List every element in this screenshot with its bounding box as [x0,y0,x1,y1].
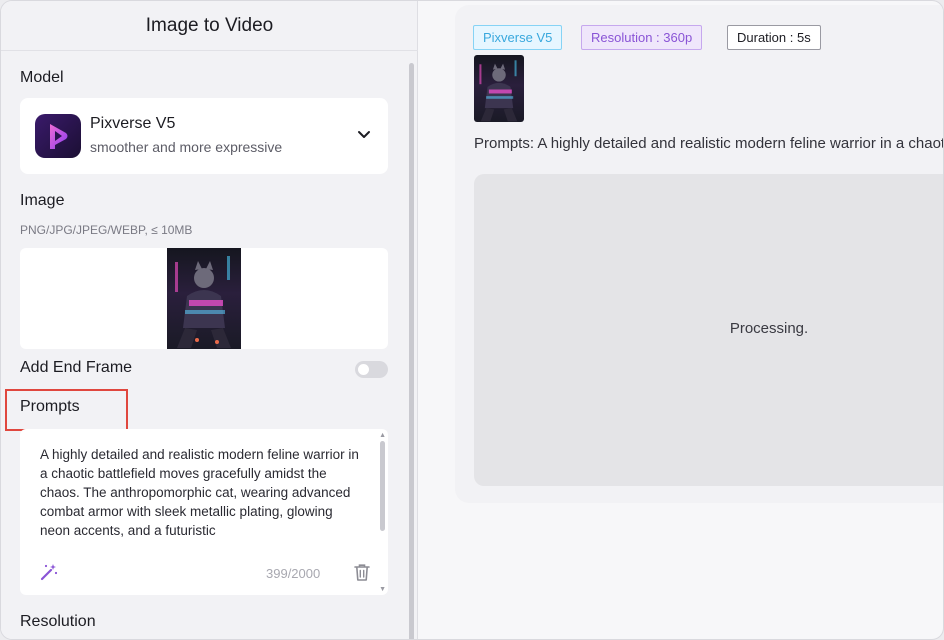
prompt-textarea[interactable]: A highly detailed and realistic modern f… [20,429,388,595]
result-prompt-text: Prompts: A highly detailed and realistic… [474,135,944,152]
processing-status: Processing. [729,320,809,337]
model-selector[interactable]: Pixverse V5 smoother and more expressive [20,98,388,174]
title-divider [1,50,418,51]
image-section-label: Image [20,192,65,209]
image-upload-area[interactable] [20,248,388,349]
model-description: smoother and more expressive [90,139,283,155]
source-image-thumbnail[interactable] [474,55,524,122]
image-format-hint: PNG/JPG/JPEG/WEBP, ≤ 10MB [20,223,193,237]
panel-scrollbar[interactable] [409,63,414,639]
character-counter: 399/2000 [266,566,321,581]
result-card: Pixverse V5 Resolution : 360p Duration :… [455,5,944,503]
end-frame-label: Add End Frame [20,359,133,376]
model-name: Pixverse V5 [90,115,176,132]
scroll-down-icon[interactable]: ▼ [379,586,386,593]
model-section-label: Model [20,69,64,86]
prompts-section-label: Prompts [20,398,80,415]
end-frame-toggle[interactable] [355,361,388,378]
model-tag: Pixverse V5 [473,25,563,50]
duration-tag: Duration : 5s [727,25,821,50]
resolution-section-label: Resolution [20,613,96,630]
prompt-scrollbar[interactable] [380,441,385,531]
uploaded-image-thumbnail[interactable] [167,248,241,349]
pixverse-logo-icon [35,114,81,158]
magic-wand-icon[interactable] [39,562,59,582]
prompt-text[interactable]: A highly detailed and realistic modern f… [40,445,360,559]
video-preview-area: Processing. [474,174,943,486]
toggle-knob [358,364,369,375]
scroll-up-icon[interactable]: ▲ [379,432,386,439]
resolution-tag: Resolution : 360p [581,25,703,50]
trash-icon[interactable] [353,563,371,582]
chevron-down-icon[interactable] [356,126,372,142]
settings-panel: Image to Video Model Pixverse V5 smoothe… [1,1,418,639]
panel-title: Image to Video [145,15,274,36]
app-window: Image to Video Model Pixverse V5 smoothe… [0,0,944,640]
